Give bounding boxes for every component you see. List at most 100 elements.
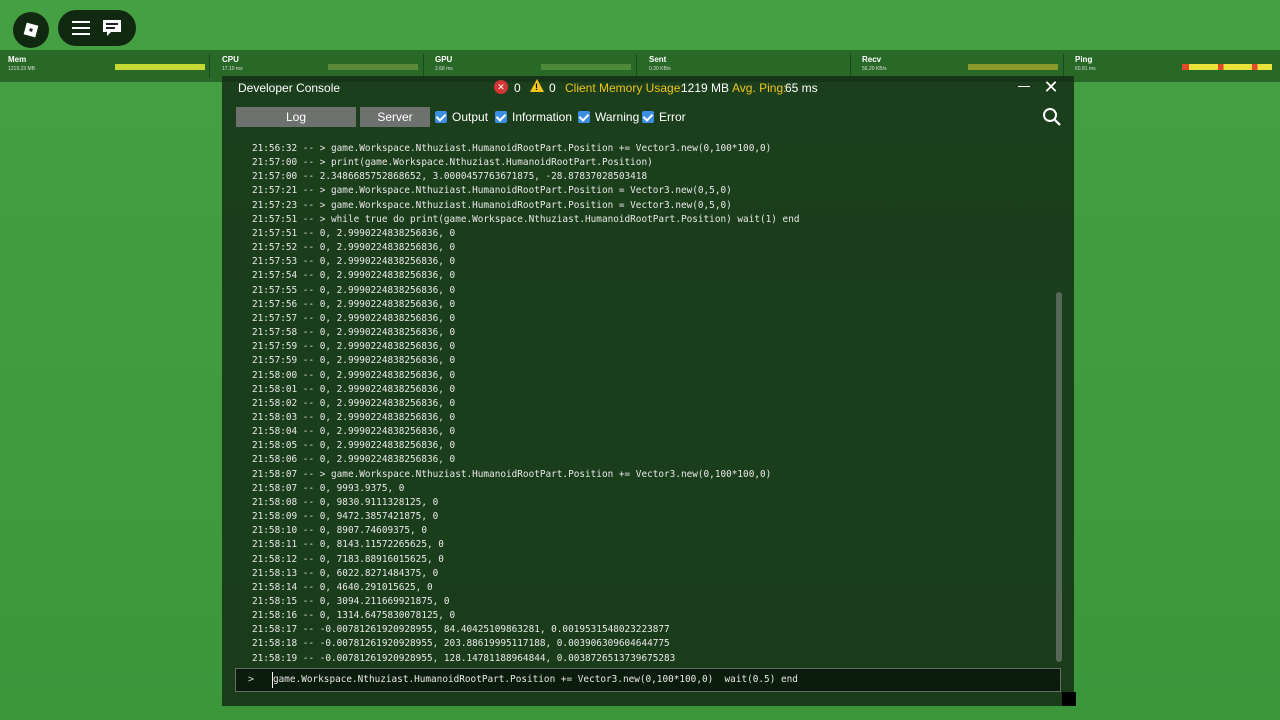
- log-line: 21:57:59 -- 0, 2.9990224838256836, 0: [252, 355, 456, 367]
- filter-output[interactable]: Output: [435, 109, 488, 125]
- memory-value: 1219 MB: [681, 81, 730, 95]
- log-line: 21:57:51 -- > while true do print(game.W…: [252, 213, 800, 225]
- log-line: 21:58:04 -- 0, 2.9990224838256836, 0: [252, 426, 456, 438]
- minimize-icon[interactable]: [1018, 86, 1030, 87]
- warning-mark: !: [535, 82, 538, 92]
- stat-bar: [115, 64, 205, 70]
- close-icon[interactable]: ✕: [1042, 78, 1060, 96]
- divider: [209, 54, 210, 78]
- log-line: 21:57:00 -- 2.3486685752868652, 3.000045…: [252, 171, 648, 183]
- tab-server[interactable]: Server: [360, 107, 430, 127]
- console-titlebar[interactable]: Developer Console ✕ 0 ! 0 Client Memory …: [222, 76, 1074, 100]
- warning-count: 0: [549, 81, 556, 95]
- stat-value: 2.66 ms: [435, 66, 453, 72]
- stat-mem[interactable]: Mem 1219.23 MB: [0, 50, 210, 82]
- stat-label: CPU: [222, 55, 239, 64]
- tab-log[interactable]: Log: [236, 107, 356, 127]
- log-line: 21:58:19 -- -0.00781261920928955, 128.14…: [252, 652, 676, 664]
- hamburger-icon[interactable]: [72, 21, 90, 35]
- checkbox-checked-icon[interactable]: [578, 111, 590, 123]
- log-line: 21:57:59 -- 0, 2.9990224838256836, 0: [252, 341, 456, 353]
- checkbox-checked-icon[interactable]: [435, 111, 447, 123]
- log-line: 21:58:10 -- 0, 8907.74609375, 0: [252, 525, 427, 537]
- log-line: 21:58:08 -- 0, 9830.9111328125, 0: [252, 496, 439, 508]
- console-title: Developer Console: [238, 81, 341, 95]
- stat-value: 60.81 ms: [1075, 66, 1096, 72]
- log-line: 21:57:51 -- 0, 2.9990224838256836, 0: [252, 227, 456, 239]
- console-log-output[interactable]: 21:56:32 -- > game.Workspace.Nthuziast.H…: [252, 142, 1052, 666]
- roblox-logo-icon: [23, 22, 39, 38]
- log-line: 21:58:01 -- 0, 2.9990224838256836, 0: [252, 383, 456, 395]
- menu-chat-group: [58, 10, 136, 46]
- stat-label: Ping: [1075, 55, 1093, 64]
- error-icon: ✕: [494, 80, 508, 94]
- log-line: 21:58:12 -- 0, 7183.88916015625, 0: [252, 553, 444, 565]
- log-line: 21:58:13 -- 0, 6022.8271484375, 0: [252, 567, 439, 579]
- filter-label: Warning: [595, 110, 640, 124]
- stat-ping[interactable]: Ping 60.81 ms: [1067, 50, 1277, 82]
- log-line: 21:58:11 -- 0, 8143.11572265625, 0: [252, 539, 444, 551]
- stat-label: Mem: [8, 55, 27, 64]
- command-bar[interactable]: > game.Workspace.Nthuziast.HumanoidRootP…: [235, 668, 1061, 692]
- divider: [850, 54, 851, 78]
- roblox-menu-button[interactable]: [13, 12, 49, 48]
- log-line: 21:57:21 -- > game.Workspace.Nthuziast.H…: [252, 185, 732, 197]
- search-icon[interactable]: [1042, 107, 1062, 127]
- log-line: 21:57:53 -- 0, 2.9990224838256836, 0: [252, 256, 456, 268]
- stat-value: 17.10 ms: [222, 66, 243, 72]
- stat-bar: [1182, 64, 1272, 70]
- error-count: 0: [514, 81, 521, 95]
- filter-label: Error: [659, 110, 686, 124]
- log-line: 21:58:14 -- 0, 4640.291015625, 0: [252, 581, 433, 593]
- stat-bar: [328, 64, 418, 70]
- log-line: 21:58:15 -- 0, 3094.211669921875, 0: [252, 596, 450, 607]
- filter-warning[interactable]: Warning: [578, 109, 639, 125]
- developer-console: Developer Console ✕ 0 ! 0 Client Memory …: [222, 76, 1074, 706]
- memory-label: Client Memory Usage:: [565, 81, 684, 95]
- checkbox-checked-icon[interactable]: [642, 111, 654, 123]
- divider: [636, 54, 637, 78]
- ping-value: 65 ms: [785, 81, 818, 95]
- command-input[interactable]: game.Workspace.Nthuziast.HumanoidRootPar…: [273, 674, 798, 685]
- stat-label: Recv: [862, 55, 882, 64]
- stat-value: 1219.23 MB: [8, 66, 35, 72]
- log-line: 21:57:58 -- 0, 2.9990224838256836, 0: [252, 327, 456, 339]
- log-line: 21:56:32 -- > game.Workspace.Nthuziast.H…: [252, 143, 772, 154]
- stat-label: GPU: [435, 55, 453, 64]
- stat-label: Sent: [649, 55, 667, 64]
- log-line: 21:58:07 -- 0, 9993.9375, 0: [252, 482, 405, 494]
- log-line: 21:58:18 -- -0.00781261920928955, 203.88…: [252, 638, 670, 650]
- divider: [423, 54, 424, 78]
- filter-label: Information: [512, 110, 573, 124]
- log-line: 21:57:57 -- 0, 2.9990224838256836, 0: [252, 312, 456, 324]
- chat-icon[interactable]: [102, 19, 122, 37]
- log-line: 21:58:02 -- 0, 2.9990224838256836, 0: [252, 397, 456, 409]
- log-line: 21:58:07 -- > game.Workspace.Nthuziast.H…: [252, 468, 772, 480]
- filter-label: Output: [452, 110, 489, 124]
- log-line: 21:58:09 -- 0, 9472.3857421875, 0: [252, 511, 439, 523]
- log-line: 21:57:52 -- 0, 2.9990224838256836, 0: [252, 242, 456, 254]
- log-line: 21:57:56 -- 0, 2.9990224838256836, 0: [252, 298, 456, 310]
- log-line: 21:58:03 -- 0, 2.9990224838256836, 0: [252, 411, 456, 423]
- checkbox-checked-icon[interactable]: [495, 111, 507, 123]
- resize-handle[interactable]: [1062, 692, 1076, 706]
- log-scrollbar[interactable]: [1056, 292, 1062, 662]
- log-line: 21:57:55 -- 0, 2.9990224838256836, 0: [252, 284, 456, 296]
- log-line: 21:58:17 -- -0.00781261920928955, 84.404…: [252, 624, 670, 636]
- log-line: 21:58:16 -- 0, 1314.6475830078125, 0: [252, 610, 456, 622]
- command-prompt: >: [248, 674, 255, 685]
- filter-information[interactable]: Information: [495, 109, 572, 125]
- stat-value: 56.20 KB/s: [862, 66, 887, 72]
- log-line: 21:57:54 -- 0, 2.9990224838256836, 0: [252, 270, 456, 282]
- filter-error[interactable]: Error: [642, 109, 686, 125]
- stat-bar: [541, 64, 631, 70]
- log-line: 21:58:05 -- 0, 2.9990224838256836, 0: [252, 440, 456, 452]
- ping-label: Avg. Ping:: [732, 81, 787, 95]
- log-line: 21:57:23 -- > game.Workspace.Nthuziast.H…: [252, 199, 732, 211]
- divider: [1063, 54, 1064, 78]
- log-line: 21:57:00 -- > print(game.Workspace.Nthuz…: [252, 157, 653, 169]
- log-line: 21:58:00 -- 0, 2.9990224838256836, 0: [252, 369, 456, 381]
- log-line: 21:58:06 -- 0, 2.9990224838256836, 0: [252, 454, 456, 466]
- stat-value: 0.30 KB/s: [649, 66, 671, 72]
- stat-bar: [968, 64, 1058, 70]
